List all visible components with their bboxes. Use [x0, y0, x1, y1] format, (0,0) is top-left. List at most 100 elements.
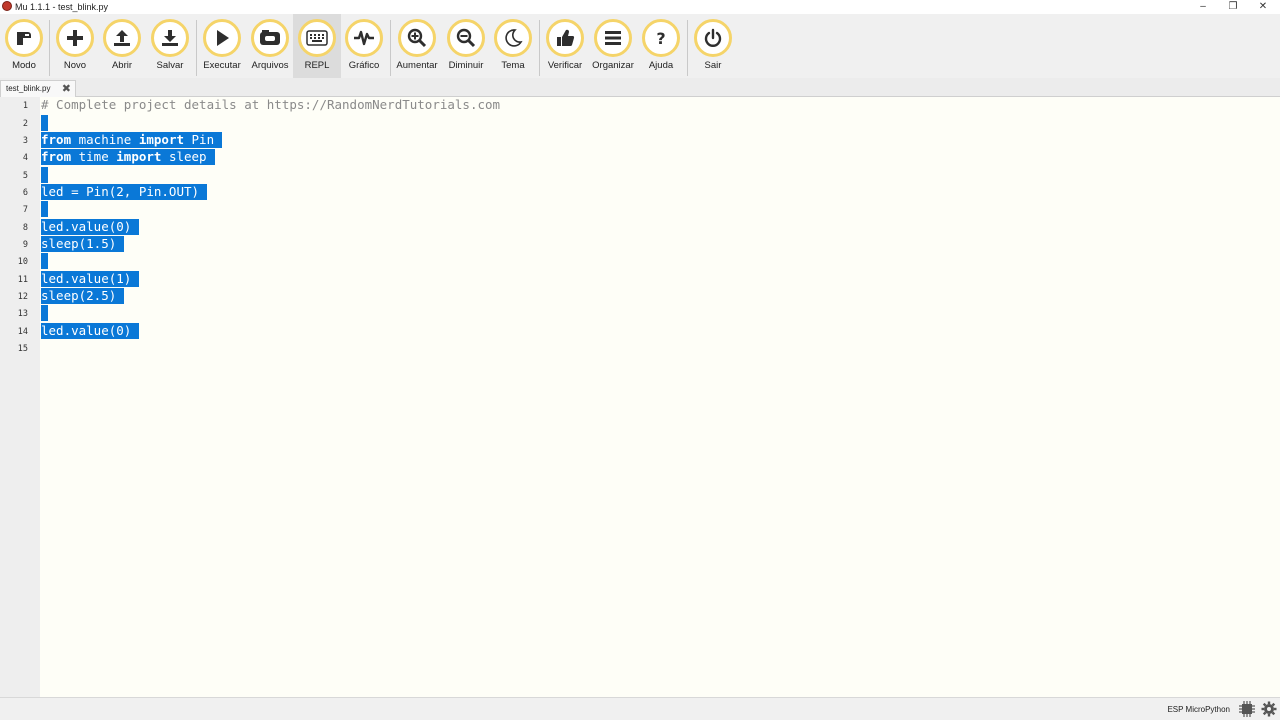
zoom-out-button[interactable]: Diminuir	[442, 16, 490, 78]
save-button[interactable]: Salvar	[146, 16, 194, 78]
tab-bar: test_blink.py ✖	[0, 78, 1280, 97]
zoom-in-label: Aumentar	[396, 60, 438, 71]
line-number: 9	[22, 240, 28, 250]
plus-icon	[67, 30, 83, 46]
code-text: led = Pin(2, Pin.OUT)	[41, 184, 208, 200]
code-line-import-sleep: from time import sleep	[41, 149, 215, 165]
device-mode-label[interactable]: ESP MicroPython	[1167, 705, 1230, 714]
run-label: Executar	[203, 60, 241, 71]
code-line-blank	[41, 201, 48, 217]
plotter-button[interactable]: Gráfico	[340, 16, 388, 78]
new-button[interactable]: Novo	[51, 16, 99, 78]
code-line-import-pin: from machine import Pin	[41, 132, 223, 148]
open-button[interactable]: Abrir	[98, 16, 146, 78]
repl-label: REPL	[304, 60, 330, 71]
line-number: 1	[22, 101, 28, 111]
toolbar-separator	[196, 20, 197, 76]
zoom-out-icon	[456, 28, 476, 48]
toolbar-separator	[49, 20, 50, 76]
code-line-led-off: led.value(0)	[41, 219, 140, 235]
line-number: 14	[17, 327, 28, 337]
code-editor[interactable]: 1 2 3 4 5 6 7 8 9 10 11 12 13 14 15 # Co…	[0, 97, 1280, 697]
line-number-gutter: 1 2 3 4 5 6 7 8 9 10 11 12 13 14 15	[0, 97, 40, 697]
tab-test-blink[interactable]: test_blink.py ✖	[0, 80, 76, 97]
power-icon	[704, 28, 722, 47]
code-line-blank	[41, 253, 48, 269]
code-line-blank	[41, 115, 48, 131]
chip-icon[interactable]	[1239, 701, 1255, 717]
files-icon	[260, 30, 280, 45]
code-line-comment: # Complete project details at https://Ra…	[41, 97, 501, 112]
module-name: time	[71, 149, 117, 164]
tidy-button[interactable]: Organizar	[589, 16, 637, 78]
mode-label: Modo	[12, 60, 36, 71]
zoom-out-label: Diminuir	[448, 60, 484, 71]
minimize-icon[interactable]: –	[1188, 0, 1218, 14]
line-number: 6	[22, 188, 28, 198]
line-number: 5	[22, 171, 28, 181]
code-line-led-def: led = Pin(2, Pin.OUT)	[41, 184, 208, 200]
keyboard-icon	[306, 30, 328, 46]
moon-icon	[505, 29, 523, 47]
new-label: Novo	[63, 60, 87, 71]
module-name: machine	[71, 132, 139, 147]
keyword-import: import	[116, 149, 162, 164]
line-number: 4	[22, 153, 28, 163]
status-bar: ESP MicroPython	[0, 697, 1280, 720]
code-line-led-on: led.value(1)	[41, 271, 140, 287]
quit-button[interactable]: Sair	[689, 16, 737, 78]
theme-button[interactable]: Tema	[489, 16, 537, 78]
close-tab-icon[interactable]: ✖	[62, 82, 71, 95]
svg-text:?: ?	[656, 29, 665, 48]
line-number: 3	[22, 136, 28, 146]
import-name: Pin	[184, 132, 215, 147]
mode-icon	[17, 32, 31, 45]
quit-label: Sair	[704, 60, 722, 71]
check-label: Verificar	[547, 60, 583, 71]
help-button[interactable]: ? Ajuda	[637, 16, 685, 78]
close-window-icon[interactable]: ✕	[1248, 0, 1278, 14]
toolbar-separator	[539, 20, 540, 76]
lines-icon	[605, 31, 621, 45]
mu-app-icon	[2, 1, 12, 11]
open-label: Abrir	[111, 60, 133, 71]
upload-icon	[114, 30, 130, 46]
play-icon	[217, 30, 229, 46]
toolbar-separator	[390, 20, 391, 76]
thumbs-up-icon	[557, 29, 575, 47]
plotter-label: Gráfico	[348, 60, 380, 71]
files-button[interactable]: Arquivos	[246, 16, 294, 78]
save-label: Salvar	[156, 60, 184, 71]
mode-button[interactable]: Modo	[0, 16, 48, 78]
code-line-sleep: sleep(2.5)	[41, 288, 125, 304]
check-button[interactable]: Verificar	[541, 16, 589, 78]
code-text: led.value(0)	[41, 219, 140, 235]
line-number: 11	[17, 275, 28, 285]
help-label: Ajuda	[648, 60, 674, 71]
toolbar-separator	[687, 20, 688, 76]
line-number: 8	[22, 223, 28, 233]
tidy-label: Organizar	[592, 60, 634, 71]
zoom-in-icon	[407, 28, 427, 48]
keyword-import: import	[138, 132, 184, 147]
code-line-blank	[41, 305, 48, 321]
question-icon: ?	[656, 29, 665, 48]
line-number: 13	[17, 309, 28, 319]
download-icon	[162, 30, 178, 46]
run-button[interactable]: Executar	[198, 16, 246, 78]
keyword-from: from	[41, 149, 72, 164]
tab-label: test_blink.py	[6, 84, 51, 93]
zoom-in-button[interactable]: Aumentar	[393, 16, 441, 78]
line-number: 7	[22, 205, 28, 215]
code-text: led.value(0)	[41, 323, 140, 339]
code-line-led-off: led.value(0)	[41, 323, 140, 339]
gear-icon[interactable]	[1261, 701, 1277, 717]
import-name: sleep	[161, 149, 207, 164]
toolbar: Modo Novo Abrir Salvar Executar Arquivos	[0, 14, 1280, 78]
repl-button[interactable]: REPL	[293, 14, 341, 78]
restore-icon[interactable]: ❐	[1218, 0, 1248, 14]
code-text: led.value(1)	[41, 271, 140, 287]
title-bar: Mu 1.1.1 - test_blink.py – ❐ ✕	[0, 0, 1280, 14]
code-text: sleep(2.5)	[41, 288, 125, 304]
keyword-from: from	[41, 132, 72, 147]
